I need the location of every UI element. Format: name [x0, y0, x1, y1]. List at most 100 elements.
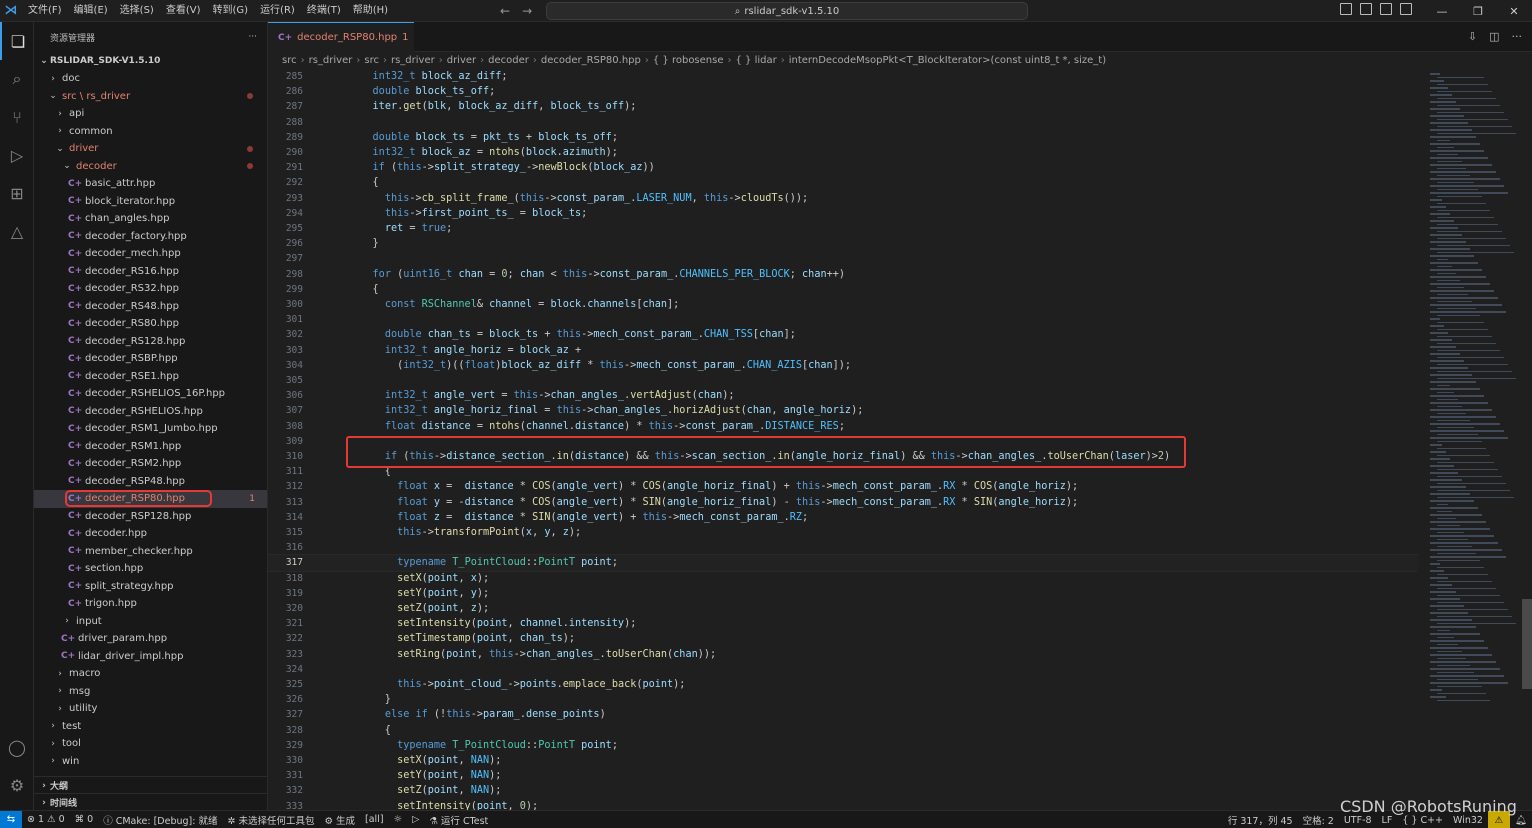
- settings-gear-icon[interactable]: ⚙: [0, 766, 34, 804]
- code-line[interactable]: 314 float z = distance * SIN(angle_vert)…: [268, 510, 1418, 525]
- code-line[interactable]: 304 (int32_t)((float)block_az_diff * thi…: [268, 358, 1418, 373]
- code-line[interactable]: 299 {: [268, 282, 1418, 297]
- code-line[interactable]: 315 this->transformPoint(x, y, z);: [268, 525, 1418, 540]
- code-line[interactable]: 302 double chan_ts = block_ts + this->me…: [268, 327, 1418, 342]
- code-line[interactable]: 308 float distance = ntohs(channel.dista…: [268, 419, 1418, 434]
- toggle-secondary-sidebar-icon[interactable]: [1380, 3, 1392, 15]
- file-item[interactable]: C+ decoder_RSM1.hpp: [34, 438, 267, 456]
- code-line[interactable]: 333 setIntensity(point, 0);: [268, 799, 1418, 810]
- menu-item[interactable]: 终端(T): [301, 0, 347, 22]
- code-line[interactable]: 295 ret = true;: [268, 221, 1418, 236]
- bell-icon[interactable]: 🔔︎: [1510, 815, 1532, 826]
- explorer-icon[interactable]: ❏: [0, 22, 34, 60]
- build-target[interactable]: [all]: [360, 814, 389, 825]
- folder-item[interactable]: › test: [34, 718, 267, 736]
- more-actions-icon[interactable]: ···: [1512, 30, 1523, 43]
- folder-item[interactable]: › input: [34, 613, 267, 631]
- code-line[interactable]: 331 setY(point, NAN);: [268, 768, 1418, 783]
- folder-item[interactable]: ⌄ src \ rs_driver: [34, 88, 267, 106]
- file-item[interactable]: C+ decoder_RSHELIOS_16P.hpp: [34, 385, 267, 403]
- file-item[interactable]: C+ decoder_RSM2.hpp: [34, 455, 267, 473]
- command-center-search[interactable]: ⌕ rslidar_sdk-v1.5.10: [546, 2, 1028, 20]
- file-item[interactable]: C+ decoder_RSBP.hpp: [34, 350, 267, 368]
- vertical-scrollbar[interactable]: [1522, 69, 1532, 810]
- file-item[interactable]: C+ decoder_RS80.hpp: [34, 315, 267, 333]
- split-editor-icon[interactable]: ◫: [1489, 30, 1499, 43]
- cmake-status[interactable]: ⓘ CMake: [Debug]: 就绪: [98, 813, 222, 827]
- toggle-sidebar-icon[interactable]: [1340, 3, 1352, 15]
- breadcrumb-item[interactable]: rs_driver: [309, 55, 353, 66]
- code-line[interactable]: 293 this->cb_split_frame_(this->const_pa…: [268, 191, 1418, 206]
- platform[interactable]: Win32: [1448, 815, 1488, 826]
- folder-item[interactable]: › tool: [34, 735, 267, 753]
- code-line[interactable]: 317 typename T_PointCloud::PointT point;: [268, 554, 1418, 572]
- breadcrumb-item[interactable]: driver: [447, 55, 476, 66]
- ports-status[interactable]: ⌘ 0: [70, 814, 99, 825]
- code-line[interactable]: 289 double block_ts = pkt_ts + block_ts_…: [268, 130, 1418, 145]
- breadcrumb-item[interactable]: decoder: [488, 55, 529, 66]
- code-line[interactable]: 325 this->point_cloud_->points.emplace_b…: [268, 677, 1418, 692]
- code-line[interactable]: 305: [268, 373, 1418, 388]
- file-item[interactable]: C+ decoder_RS128.hpp: [34, 333, 267, 351]
- file-item[interactable]: C+ split_strategy.hpp: [34, 578, 267, 596]
- file-item[interactable]: C+ decoder_RS32.hpp: [34, 280, 267, 298]
- more-actions-icon[interactable]: ···: [248, 32, 257, 42]
- menu-item[interactable]: 编辑(E): [68, 0, 114, 22]
- file-item[interactable]: C+ decoder_RSP80.hpp 1: [34, 490, 267, 508]
- back-arrow-icon[interactable]: ←: [500, 4, 510, 18]
- menu-item[interactable]: 转到(G): [207, 0, 255, 22]
- code-line[interactable]: 313 float y = -distance * COS(angle_vert…: [268, 495, 1418, 510]
- source-control-icon[interactable]: ⑂: [0, 98, 34, 136]
- code-line[interactable]: 326 }: [268, 692, 1418, 707]
- build-button[interactable]: ⚙ 生成: [319, 813, 360, 827]
- toggle-panel-icon[interactable]: [1360, 3, 1372, 15]
- folder-item[interactable]: ⌄ driver: [34, 140, 267, 158]
- code-line[interactable]: 290 int32_t block_az = ntohs(block.azimu…: [268, 145, 1418, 160]
- account-icon[interactable]: ◯: [0, 728, 34, 766]
- folder-item[interactable]: › macro: [34, 665, 267, 683]
- code-line[interactable]: 323 setRing(point, this->chan_angles_.to…: [268, 647, 1418, 662]
- file-item[interactable]: C+ lidar_driver_impl.hpp: [34, 648, 267, 666]
- folder-item[interactable]: › common: [34, 123, 267, 141]
- code-line[interactable]: 329 typename T_PointCloud::PointT point;: [268, 738, 1418, 753]
- timeline-section[interactable]: › 时间线: [34, 793, 267, 810]
- menu-item[interactable]: 帮助(H): [347, 0, 394, 22]
- file-item[interactable]: C+ decoder_mech.hpp: [34, 245, 267, 263]
- minimap[interactable]: [1418, 69, 1522, 810]
- folder-item[interactable]: › win: [34, 753, 267, 771]
- code-line[interactable]: 307 int32_t angle_horiz_final = this->ch…: [268, 403, 1418, 418]
- code-line[interactable]: 296 }: [268, 236, 1418, 251]
- code-line[interactable]: 332 setZ(point, NAN);: [268, 783, 1418, 798]
- breadcrumb-item[interactable]: decoder_RSP80.hpp: [541, 55, 641, 66]
- code-line[interactable]: 287 iter.get(blk, block_az_diff, block_t…: [268, 99, 1418, 114]
- cursor-position[interactable]: 行 317，列 45: [1223, 813, 1298, 827]
- menu-item[interactable]: 运行(R): [254, 0, 301, 22]
- minimize-button[interactable]: —: [1424, 0, 1460, 22]
- code-line[interactable]: 327 else if (!this->param_.dense_points): [268, 707, 1418, 722]
- file-item[interactable]: C+ member_checker.hpp: [34, 543, 267, 561]
- file-item[interactable]: C+ block_iterator.hpp: [34, 193, 267, 211]
- code-line[interactable]: 321 setIntensity(point, channel.intensit…: [268, 616, 1418, 631]
- end-of-line[interactable]: LF: [1377, 815, 1398, 826]
- code-line[interactable]: 298 for (uint16_t chan = 0; chan < this-…: [268, 267, 1418, 282]
- code-line[interactable]: 300 const RSChannel& channel = block.cha…: [268, 297, 1418, 312]
- file-item[interactable]: C+ decoder_RSHELIOS.hpp: [34, 403, 267, 421]
- code-line[interactable]: 303 int32_t angle_horiz = block_az +: [268, 343, 1418, 358]
- workspace-root[interactable]: ⌄ RSLIDAR_SDK-V1.5.10: [34, 52, 267, 70]
- code-line[interactable]: 312 float x = distance * COS(angle_vert)…: [268, 479, 1418, 494]
- scrollbar-thumb[interactable]: [1522, 599, 1532, 689]
- launch-icon[interactable]: ▷: [407, 814, 424, 825]
- menu-item[interactable]: 文件(F): [22, 0, 68, 22]
- forward-arrow-icon[interactable]: →: [522, 4, 532, 18]
- folder-item[interactable]: ⌄ decoder: [34, 158, 267, 176]
- breadcrumb-item[interactable]: internDecodeMsopPkt<T_BlockIterator>(con…: [789, 55, 1106, 66]
- menu-item[interactable]: 查看(V): [160, 0, 207, 22]
- code-line[interactable]: 288: [268, 115, 1418, 130]
- breadcrumb-item[interactable]: rs_driver: [391, 55, 435, 66]
- run-debug-icon[interactable]: ▷: [0, 136, 34, 174]
- close-button[interactable]: ✕: [1496, 0, 1532, 22]
- restore-button[interactable]: ❐: [1460, 0, 1496, 22]
- file-item[interactable]: C+ decoder_RSP48.hpp: [34, 473, 267, 491]
- folder-item[interactable]: › api: [34, 105, 267, 123]
- search-view-icon[interactable]: ⌕: [0, 60, 34, 98]
